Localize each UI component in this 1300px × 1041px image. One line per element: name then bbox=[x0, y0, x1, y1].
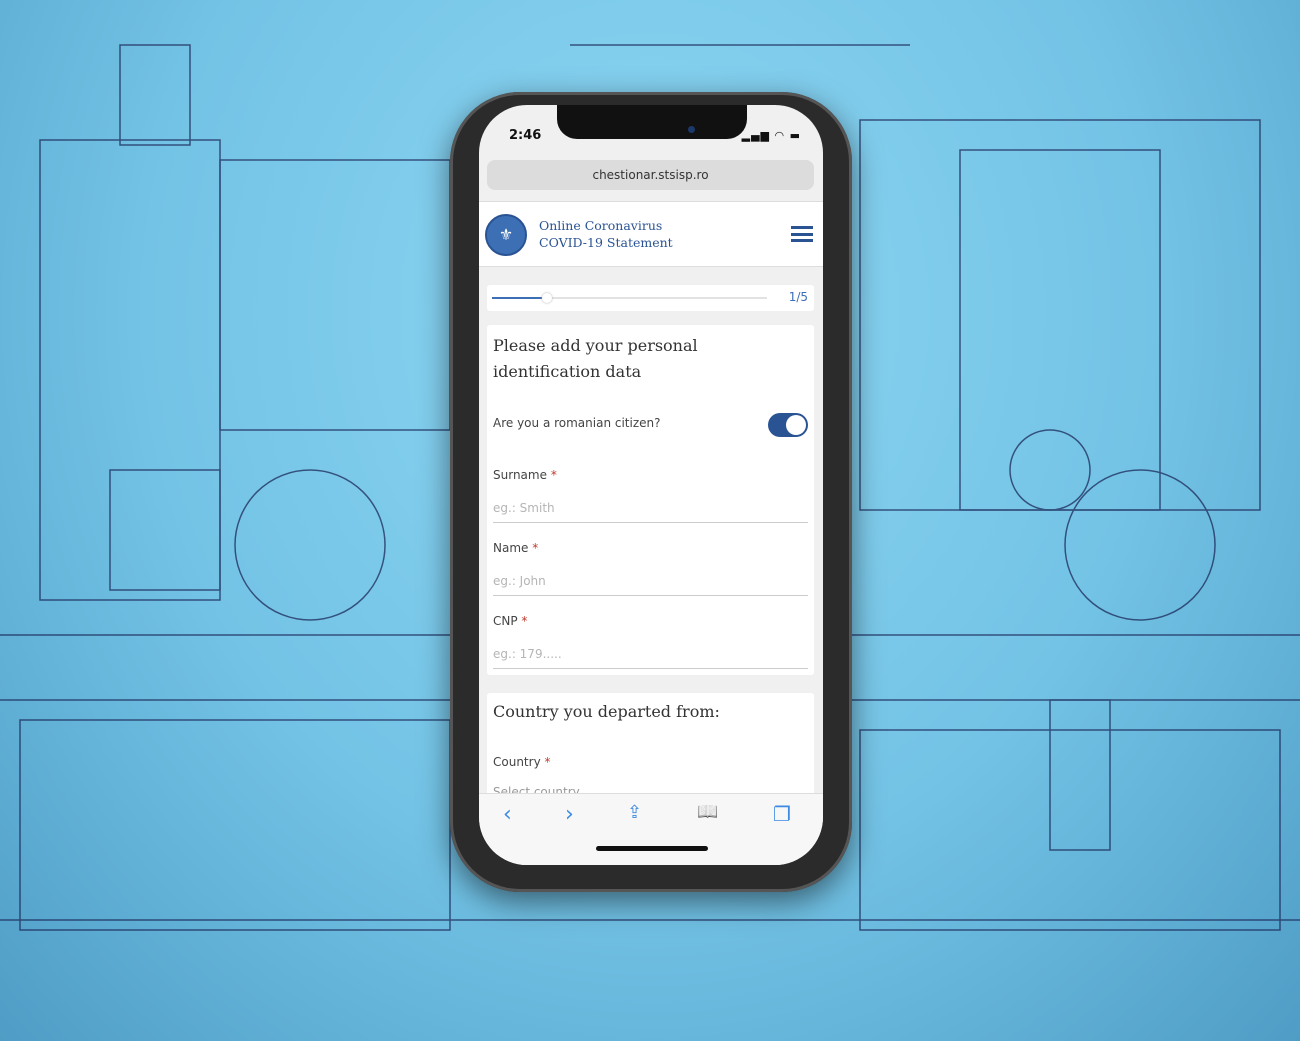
back-icon[interactable]: ‹ bbox=[503, 802, 512, 827]
home-indicator[interactable] bbox=[596, 846, 708, 851]
citizen-toggle[interactable] bbox=[768, 413, 808, 437]
share-icon[interactable]: ⇪ bbox=[627, 802, 642, 823]
forward-icon[interactable]: › bbox=[565, 802, 574, 827]
section-heading: Country you departed from: bbox=[493, 702, 720, 721]
hamburger-menu-icon[interactable] bbox=[791, 226, 813, 242]
logo-icon[interactable]: ⚜ bbox=[485, 214, 527, 256]
signal-wifi-battery-icon: ▂▄▆ ◠ ▬ bbox=[741, 129, 801, 142]
progress-label: 1/5 bbox=[788, 290, 808, 304]
site-title[interactable]: Online Coronavirus COVID-19 Statement bbox=[539, 217, 673, 251]
surname-label: Surname * bbox=[493, 468, 557, 482]
name-input[interactable]: eg.: John bbox=[493, 570, 808, 596]
camera-icon bbox=[688, 126, 695, 133]
cnp-input[interactable]: eg.: 179..... bbox=[493, 643, 808, 669]
personal-data-card: Please add your personal identification … bbox=[487, 325, 814, 675]
surname-input[interactable]: eg.: Smith bbox=[493, 497, 808, 523]
cnp-label: CNP * bbox=[493, 614, 528, 628]
section-heading: Please add your personal identification … bbox=[493, 336, 698, 381]
citizen-label: Are you a romanian citizen? bbox=[493, 416, 661, 430]
address-bar[interactable]: chestionar.stsisp.ro bbox=[487, 160, 814, 190]
tabs-icon[interactable]: ❐ bbox=[773, 802, 791, 826]
site-header: ⚜ Online Coronavirus COVID-19 Statement bbox=[479, 201, 823, 267]
name-label: Name * bbox=[493, 541, 539, 555]
progress-fill bbox=[492, 297, 547, 299]
progress-bar: 1/5 bbox=[487, 285, 814, 311]
progress-knob bbox=[542, 293, 552, 303]
status-time: 2:46 bbox=[509, 128, 542, 143]
notch bbox=[557, 105, 747, 139]
phone-screen: 2:46 ▂▄▆ ◠ ▬ chestionar.stsisp.ro ⚜ Onli… bbox=[479, 105, 823, 865]
bookmarks-icon[interactable]: 📖 bbox=[697, 802, 718, 822]
safari-toolbar: ‹ › ⇪ 📖 ❐ bbox=[479, 793, 823, 865]
country-label: Country * bbox=[493, 755, 551, 769]
